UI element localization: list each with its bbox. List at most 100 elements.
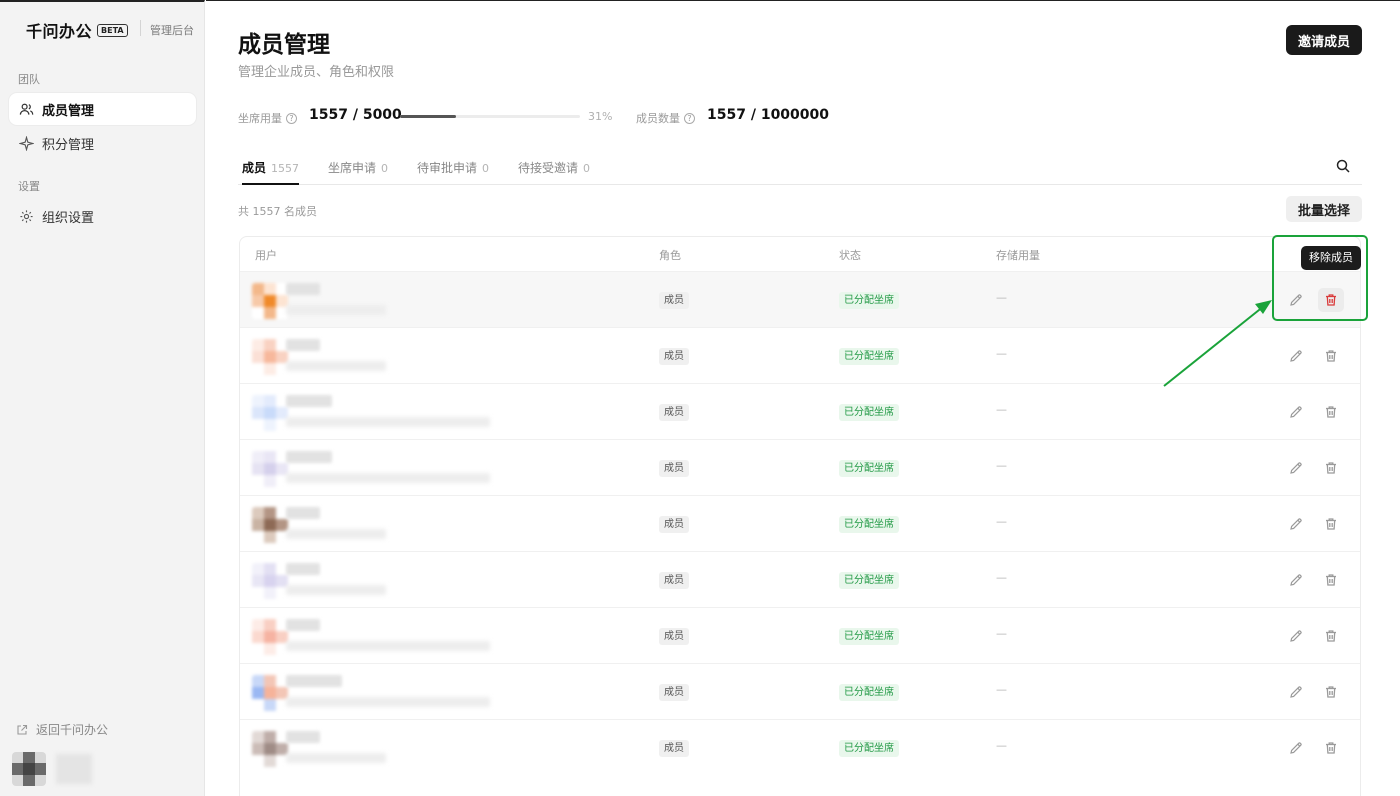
tab-count: 0 bbox=[583, 162, 591, 175]
edit-button[interactable] bbox=[1284, 624, 1308, 648]
remove-member-button[interactable] bbox=[1318, 736, 1344, 760]
nav-group-team: 团队 bbox=[18, 73, 40, 86]
seat-usage-value: 1557 / 5000 bbox=[309, 107, 402, 123]
users-icon bbox=[18, 101, 34, 117]
sidebar-item-org-settings[interactable]: 组织设置 bbox=[9, 200, 196, 232]
sidebar-item-points[interactable]: 积分管理 bbox=[9, 127, 196, 159]
tab-pending-approval[interactable]: 待审批申请 0 bbox=[417, 159, 489, 185]
seat-usage-progress-fill bbox=[400, 115, 456, 118]
tab-label: 坐席申请 bbox=[328, 161, 377, 175]
tab-pending-invites[interactable]: 待接受邀请 0 bbox=[518, 159, 590, 185]
member-tabs: 成员 1557 坐席申请 0 待审批申请 0 待接受邀请 0 bbox=[238, 151, 1362, 185]
edit-button[interactable] bbox=[1284, 512, 1308, 536]
storage-usage: — bbox=[996, 291, 1007, 304]
tab-members[interactable]: 成员 1557 bbox=[242, 159, 300, 185]
user-email-redacted bbox=[286, 305, 386, 315]
user-name-redacted bbox=[286, 339, 320, 351]
edit-button[interactable] bbox=[1284, 736, 1308, 760]
avatar bbox=[252, 395, 288, 431]
table-row[interactable]: 成员 已分配坐席 — bbox=[240, 607, 1360, 663]
pencil-icon bbox=[1290, 686, 1302, 698]
edit-button[interactable] bbox=[1284, 680, 1308, 704]
pencil-icon bbox=[1290, 630, 1302, 642]
table-row[interactable]: 成员 已分配坐席 — bbox=[240, 495, 1360, 551]
total-member-count: 共 1557 名成员 bbox=[238, 205, 317, 218]
avatar bbox=[252, 731, 288, 767]
storage-usage: — bbox=[996, 515, 1007, 528]
remove-member-button[interactable] bbox=[1318, 456, 1344, 480]
sidebar-item-members[interactable]: 成员管理 bbox=[9, 93, 196, 125]
trash-icon bbox=[1326, 350, 1336, 362]
search-button[interactable] bbox=[1328, 151, 1358, 181]
role-badge: 成员 bbox=[659, 572, 689, 589]
trash-icon bbox=[1326, 518, 1336, 530]
user-email-redacted bbox=[286, 753, 386, 763]
role-badge: 成员 bbox=[659, 684, 689, 701]
table-row[interactable]: 成员 已分配坐席 — bbox=[240, 327, 1360, 383]
tab-count: 0 bbox=[381, 162, 389, 175]
remove-member-button[interactable] bbox=[1318, 344, 1344, 368]
storage-usage: — bbox=[996, 627, 1007, 640]
remove-member-button[interactable] bbox=[1318, 400, 1344, 424]
edit-button[interactable] bbox=[1284, 344, 1308, 368]
remove-member-button[interactable] bbox=[1318, 624, 1344, 648]
remove-member-button[interactable] bbox=[1318, 288, 1344, 312]
trash-icon bbox=[1326, 630, 1336, 642]
back-to-app-link[interactable]: 返回千问办公 bbox=[16, 721, 108, 738]
storage-usage: — bbox=[996, 571, 1007, 584]
brand-logo[interactable]: 千问办公 BETA bbox=[26, 18, 128, 42]
tab-count: 0 bbox=[482, 162, 490, 175]
trash-icon bbox=[1326, 294, 1336, 306]
seat-usage-progress bbox=[400, 115, 580, 118]
storage-usage: — bbox=[996, 347, 1007, 360]
current-user-avatar[interactable] bbox=[12, 752, 46, 786]
table-row[interactable]: 成员 已分配坐席 — bbox=[240, 719, 1360, 775]
trash-icon bbox=[1326, 742, 1336, 754]
remove-member-button[interactable] bbox=[1318, 512, 1344, 536]
user-name-redacted bbox=[286, 451, 332, 463]
table-row[interactable]: 成员 已分配坐席 — bbox=[240, 439, 1360, 495]
member-count-label: 成员数量 ? bbox=[636, 110, 695, 126]
table-row[interactable]: 成员 已分配坐席 — bbox=[240, 551, 1360, 607]
edit-button[interactable] bbox=[1284, 288, 1308, 312]
edit-button[interactable] bbox=[1284, 568, 1308, 592]
admin-label: 管理后台 bbox=[150, 24, 194, 37]
column-header-role: 角色 bbox=[659, 249, 681, 262]
avatar bbox=[252, 451, 288, 487]
trash-icon bbox=[1326, 574, 1336, 586]
avatar bbox=[252, 507, 288, 543]
brand-divider bbox=[140, 20, 141, 36]
trash-icon bbox=[1326, 462, 1336, 474]
user-email-redacted bbox=[286, 473, 490, 483]
user-email-redacted bbox=[286, 585, 386, 595]
tab-label: 成员 bbox=[242, 161, 267, 175]
table-row[interactable]: 成员 已分配坐席 — bbox=[240, 383, 1360, 439]
role-badge: 成员 bbox=[659, 292, 689, 309]
avatar bbox=[252, 563, 288, 599]
sidebar-item-label: 组织设置 bbox=[42, 210, 95, 226]
batch-select-button[interactable]: 批量选择 bbox=[1286, 196, 1362, 222]
user-name-redacted bbox=[286, 395, 332, 407]
status-badge: 已分配坐席 bbox=[839, 404, 899, 421]
pencil-icon bbox=[1290, 406, 1302, 418]
edit-button[interactable] bbox=[1284, 400, 1308, 424]
user-name-redacted bbox=[286, 731, 320, 743]
table-row[interactable]: 成员 已分配坐席 — bbox=[240, 271, 1360, 327]
remove-member-button[interactable] bbox=[1318, 680, 1344, 704]
page-subtitle: 管理企业成员、角色和权限 bbox=[238, 65, 395, 80]
usage-stats: 坐席用量 ? 1557 / 5000 31% 成员数量 ? 1557 / 100… bbox=[238, 107, 938, 127]
role-badge: 成员 bbox=[659, 740, 689, 757]
invite-member-button[interactable]: 邀请成员 bbox=[1286, 25, 1362, 55]
table-row[interactable]: 成员 已分配坐席 — bbox=[240, 663, 1360, 719]
help-icon[interactable]: ? bbox=[286, 112, 297, 124]
table-header: 用户 角色 状态 存储用量 bbox=[240, 237, 1360, 271]
tab-label: 待审批申请 bbox=[417, 161, 478, 175]
remove-member-button[interactable] bbox=[1318, 568, 1344, 592]
help-icon[interactable]: ? bbox=[684, 112, 695, 124]
tab-seat-requests[interactable]: 坐席申请 0 bbox=[328, 159, 388, 185]
edit-button[interactable] bbox=[1284, 456, 1308, 480]
main-content: 成员管理 管理企业成员、角色和权限 邀请成员 坐席用量 ? 1557 / 500… bbox=[206, 0, 1400, 796]
role-badge: 成员 bbox=[659, 516, 689, 533]
user-email-redacted bbox=[286, 697, 490, 707]
avatar bbox=[252, 283, 288, 319]
